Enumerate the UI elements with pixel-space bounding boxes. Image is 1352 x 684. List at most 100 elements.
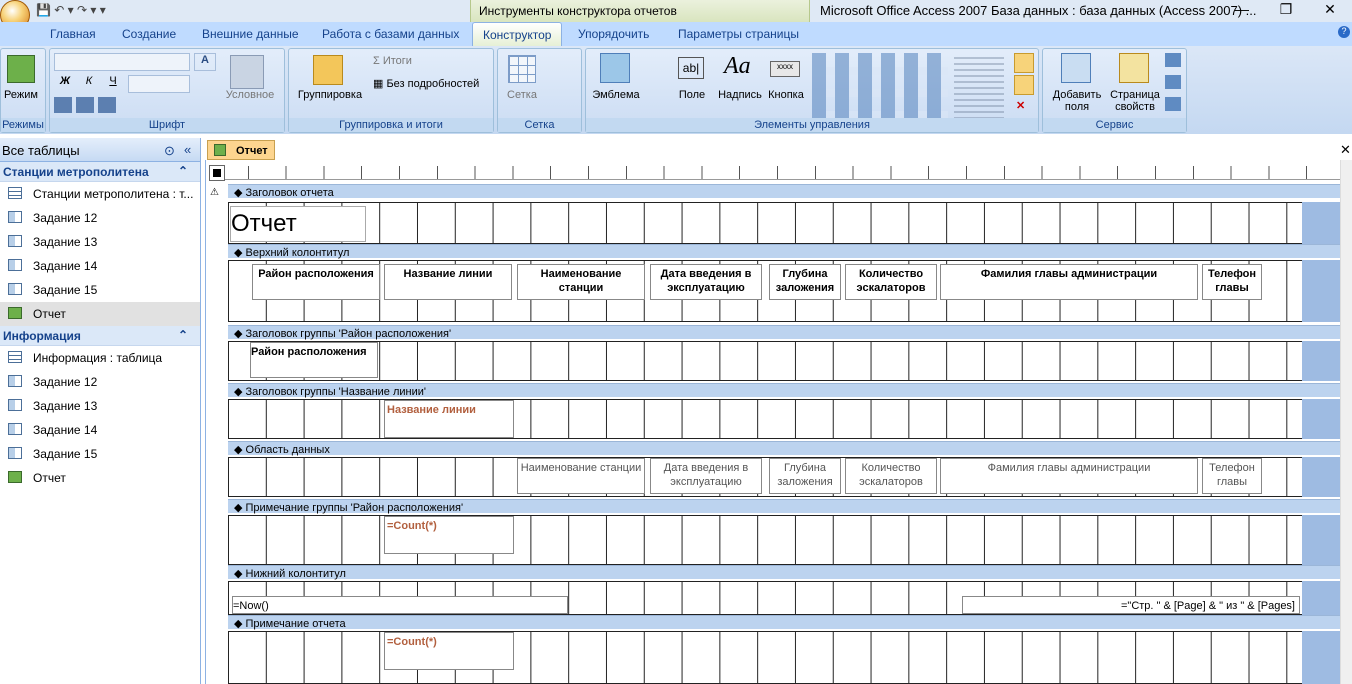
detail-textbox[interactable]: Глубина заложения: [769, 458, 841, 494]
font-color-icon[interactable]: A: [194, 53, 216, 71]
section-report-footer[interactable]: ◆ Примечание отчета: [228, 615, 1340, 630]
grouping-button[interactable]: Группировка: [293, 89, 367, 101]
logo-icon: [600, 53, 630, 83]
page-number-textbox[interactable]: ="Стр. " & [Page] & " из " & [Pages]: [962, 596, 1300, 614]
no-details-button[interactable]: ▦ Без подробностей: [373, 77, 479, 90]
line-style-tools[interactable]: [954, 53, 1004, 119]
section-group-footer[interactable]: ◆ Примечание группы 'Район расположения': [228, 499, 1340, 514]
chevron-down-icon[interactable]: ⊙: [164, 143, 175, 159]
count-textbox[interactable]: =Count(*): [384, 516, 514, 554]
add-fields-button[interactable]: Добавить поля: [1045, 89, 1109, 113]
nav-item-query[interactable]: Задание 15: [0, 442, 200, 466]
field-button[interactable]: Поле: [674, 89, 710, 101]
restore-button[interactable]: ❐: [1264, 0, 1308, 20]
group-font: A Ж К Ч Условное Шрифт: [49, 48, 285, 133]
district-textbox[interactable]: Район расположения: [250, 342, 378, 378]
detail-textbox[interactable]: Наименование станции: [517, 458, 645, 494]
help-icon[interactable]: ?: [1338, 26, 1350, 38]
section-page-footer[interactable]: ◆ Нижний колонтитул: [228, 565, 1340, 580]
nav-item-query[interactable]: Задание 14: [0, 254, 200, 278]
minimize-button[interactable]: —: [1220, 0, 1264, 20]
report-design-canvas[interactable]: ◆ Заголовок отчета Отчет ◆ Верхний колон…: [228, 184, 1340, 684]
tab-design[interactable]: Конструктор: [472, 22, 563, 46]
report-icon: [8, 307, 22, 319]
section-report-header[interactable]: ◆ Заголовок отчета: [228, 184, 1340, 199]
count-textbox[interactable]: =Count(*): [384, 632, 514, 670]
nav-item-query[interactable]: Задание 15: [0, 278, 200, 302]
warning-icon[interactable]: ⚠: [210, 187, 219, 198]
header-label[interactable]: Фамилия главы администрации: [940, 264, 1198, 300]
tab-home[interactable]: Главная: [40, 22, 106, 46]
tab-external-data[interactable]: Внешние данные: [192, 22, 309, 46]
nav-item-table[interactable]: Станции метрополитена : т...: [0, 182, 200, 206]
nav-item-table[interactable]: Информация : таблица: [0, 346, 200, 370]
close-button[interactable]: ✕: [1308, 0, 1352, 20]
chevron-up-icon[interactable]: ⌃: [178, 328, 188, 342]
nav-item-report[interactable]: Отчет: [0, 466, 200, 490]
control-toolbox[interactable]: [812, 53, 948, 119]
group-header-area[interactable]: [228, 341, 1302, 381]
now-textbox[interactable]: =Now(): [232, 596, 568, 614]
font-name-select[interactable]: [54, 53, 190, 71]
tab-database-tools[interactable]: Работа с базами данных: [312, 22, 469, 46]
bold-button[interactable]: Ж: [54, 75, 76, 93]
section-group-header-line[interactable]: ◆ Заголовок группы 'Название линии': [228, 383, 1340, 398]
header-label[interactable]: Дата введения в эксплуатацию: [650, 264, 762, 300]
tools-small-buttons[interactable]: [1165, 53, 1181, 113]
section-margin: [1302, 457, 1340, 497]
align-buttons[interactable]: [54, 97, 120, 113]
nav-header[interactable]: Все таблицы ⊙ «: [0, 138, 200, 162]
button-button[interactable]: Кнопка: [766, 89, 806, 101]
delete-control-icon[interactable]: ✕: [1016, 99, 1025, 112]
tab-page-setup[interactable]: Параметры страницы: [668, 22, 809, 46]
tab-arrange[interactable]: Упорядочить: [568, 22, 659, 46]
label-button[interactable]: Надпись: [714, 89, 766, 101]
nav-item-report[interactable]: Отчет: [0, 302, 200, 326]
header-label[interactable]: Телефон главы: [1202, 264, 1262, 300]
font-size-select[interactable]: [128, 75, 190, 93]
nav-item-query[interactable]: Задание 13: [0, 230, 200, 254]
nav-item-query[interactable]: Задание 12: [0, 370, 200, 394]
collapse-pane-icon[interactable]: «: [184, 142, 191, 157]
select-pointer-icon[interactable]: [1014, 53, 1034, 73]
underline-button[interactable]: Ч: [102, 75, 124, 93]
detail-textbox[interactable]: Количество эскалаторов: [845, 458, 937, 494]
header-label[interactable]: Количество эскалаторов: [845, 264, 937, 300]
nav-group-stations[interactable]: Станции метрополитена ⌃: [0, 162, 200, 182]
property-sheet-button[interactable]: Страница свойств: [1107, 89, 1163, 113]
section-detail[interactable]: ◆ Область данных: [228, 441, 1340, 456]
header-label[interactable]: Глубина заложения: [769, 264, 841, 300]
italic-button[interactable]: К: [78, 75, 100, 93]
vertical-scrollbar[interactable]: [1340, 160, 1352, 684]
conditional-button[interactable]: Условное: [222, 89, 278, 101]
header-label[interactable]: Район расположения: [252, 264, 380, 300]
nav-title: Все таблицы: [2, 143, 80, 158]
nav-item-query[interactable]: Задание 12: [0, 206, 200, 230]
nav-group-info[interactable]: Информация ⌃: [0, 326, 200, 346]
view-button[interactable]: Режим: [1, 89, 41, 101]
grid-button[interactable]: Сетка: [502, 89, 542, 101]
line-name-textbox[interactable]: Название линии: [384, 400, 514, 438]
add-fields-icon: [1061, 53, 1091, 83]
close-document-icon[interactable]: ✕: [1340, 142, 1351, 158]
tab-create[interactable]: Создание: [112, 22, 186, 46]
control-wizard-icon[interactable]: [1014, 75, 1034, 95]
section-page-header[interactable]: ◆ Верхний колонтитул: [228, 244, 1340, 259]
header-label[interactable]: Наименование станции: [517, 264, 645, 300]
report-selector[interactable]: [209, 165, 225, 181]
nav-item-query[interactable]: Задание 14: [0, 418, 200, 442]
detail-textbox[interactable]: Дата введения в эксплуатацию: [650, 458, 762, 494]
report-title-label[interactable]: Отчет: [230, 206, 366, 242]
nav-item-query[interactable]: Задание 13: [0, 394, 200, 418]
section-margin: [1302, 581, 1340, 615]
chevron-up-icon[interactable]: ⌃: [178, 164, 188, 178]
section-group-header-district[interactable]: ◆ Заголовок группы 'Район расположения': [228, 325, 1340, 340]
logo-button[interactable]: Эмблема: [588, 89, 644, 101]
quick-access-toolbar[interactable]: 💾 ↶ ▾ ↷ ▾ ▾: [36, 3, 106, 17]
detail-textbox[interactable]: Телефон главы: [1202, 458, 1262, 494]
header-label[interactable]: Название линии: [384, 264, 512, 300]
document-tab[interactable]: Отчет: [207, 140, 275, 160]
detail-textbox[interactable]: Фамилия главы администрации: [940, 458, 1198, 494]
totals-button[interactable]: Σ Итоги: [373, 55, 412, 67]
report-header-area[interactable]: [228, 202, 1302, 244]
